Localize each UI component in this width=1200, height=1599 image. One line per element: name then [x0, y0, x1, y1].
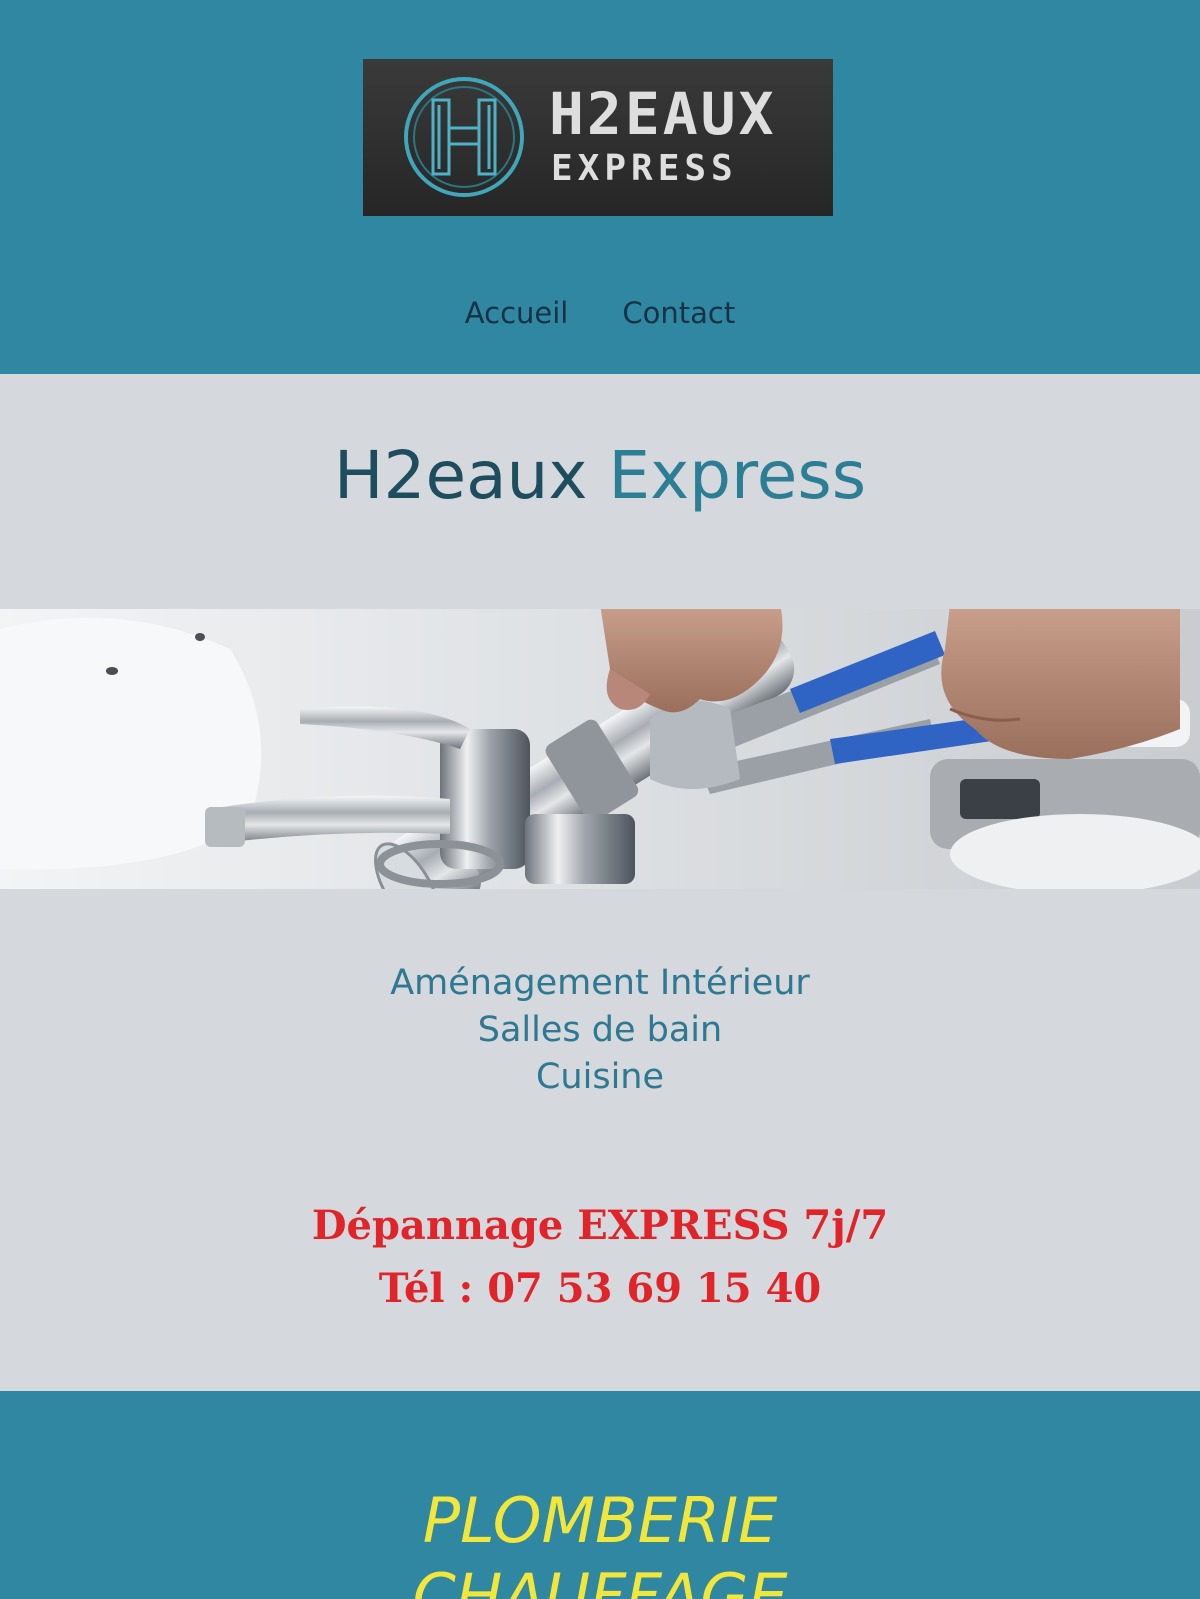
service-item-cuisine: Cuisine [535, 1057, 665, 1097]
service-item-amenagement: Aménagement Intérieur [390, 963, 810, 1003]
services-list: Aménagement Intérieur Salles de bain Cui… [0, 960, 1200, 1101]
title-part-1: H2eaux [333, 437, 588, 514]
services-band: PLOMBERIE CHAUFFAGE [0, 1391, 1200, 1599]
band-line-plomberie: PLOMBERIE [422, 1484, 778, 1557]
site-logo[interactable]: H2EAUX EXPRESS [363, 59, 833, 216]
title-part-2: Express [608, 437, 867, 514]
logo-h-icon [404, 77, 524, 197]
phone-number-link[interactable]: Tél : 07 53 69 15 40 [0, 1257, 1200, 1320]
band-heading: PLOMBERIE CHAUFFAGE [0, 1483, 1200, 1599]
page-title: H2eaux Express [0, 437, 1200, 514]
site-header: H2EAUX EXPRESS Accueil Contact [0, 0, 1200, 374]
hero-photo [0, 609, 1200, 889]
emergency-line: Dépannage EXPRESS 7j/7 [311, 1202, 889, 1249]
band-line-chauffage: CHAUFFAGE [412, 1560, 788, 1599]
plumber-wrench-faucet-photo [0, 609, 1200, 889]
nav-link-contact[interactable]: Contact [622, 296, 735, 330]
nav-link-accueil[interactable]: Accueil [465, 296, 569, 330]
logo-title: H2EAUX [549, 80, 777, 148]
logo-subtitle: EXPRESS [551, 148, 738, 189]
service-item-salles-de-bain: Salles de bain [477, 1010, 723, 1050]
emergency-contact: Dépannage EXPRESS 7j/7 Tél : 07 53 69 15… [0, 1194, 1200, 1320]
main-nav: Accueil Contact [0, 296, 1200, 330]
